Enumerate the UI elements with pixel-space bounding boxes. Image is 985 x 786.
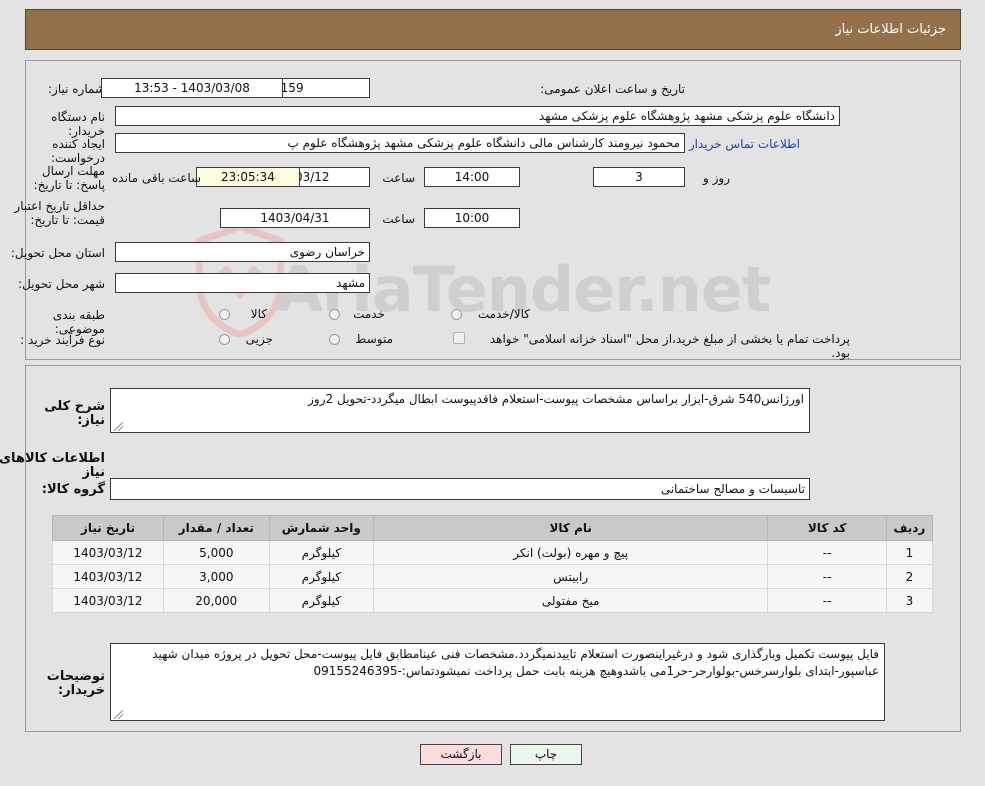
label-delivery-province: استان محل تحویل: (10, 246, 105, 260)
field-announce-datetime: 1403/03/08 - 13:53 (101, 78, 283, 98)
field-reply-time: 14:00 (424, 167, 520, 187)
label-buyer-org: نام دستگاه خریدار: (51, 110, 105, 138)
table-row: 2 -- رابیتس کیلوگرم 3,000 1403/03/12 (52, 564, 934, 589)
cell-quantity: 20,000 (162, 588, 270, 613)
resize-grip-icon[interactable] (114, 422, 123, 431)
table-row: 3 -- میخ مفتولی کیلوگرم 20,000 1403/03/1… (52, 588, 934, 613)
page-title: جزئیات اطلاعات نیاز (835, 22, 946, 37)
print-button[interactable]: چاپ (510, 744, 582, 765)
checkbox-treasury-documents[interactable] (453, 332, 465, 344)
col-product-name: نام کالا (372, 515, 769, 541)
label-category: طبقه بندی موضوعی: (52, 308, 105, 336)
table-header-row: ردیف کد کالا نام کالا واحد شمارش تعداد /… (52, 515, 934, 541)
cell-product-name: پیچ و مهره (بولت) انکر (372, 540, 769, 565)
cell-product-name: رابیتس (372, 564, 769, 589)
field-remaining-days: 3 (593, 167, 685, 187)
label-buyer-notes: توضیحات خریدار: (46, 669, 105, 698)
radio-category-goods-service[interactable] (451, 309, 462, 320)
radio-category-service[interactable] (329, 309, 340, 320)
label-product-group: گروه کالا: (41, 482, 105, 497)
label-process-medium: متوسط (355, 332, 393, 346)
cell-product-code: -- (767, 588, 887, 613)
field-price-validity-time: 10:00 (424, 208, 520, 228)
field-product-group: تاسیسات و مصالح ساختمانی (110, 478, 810, 500)
col-unit: واحد شمارش (268, 515, 374, 541)
cell-need-date: 1403/03/12 (52, 564, 164, 589)
field-requester: محمود نیرومند کارشناس مالی دانشگاه علوم … (115, 133, 685, 153)
buyer-contact-link[interactable]: اطلاعات تماس خریدار (689, 137, 800, 151)
goods-table: ردیف کد کالا نام کالا واحد شمارش تعداد /… (52, 515, 934, 613)
cell-row-number: 1 (885, 540, 934, 565)
label-need-number: شماره نیاز: (48, 82, 105, 96)
cell-unit: کیلوگرم (268, 564, 374, 589)
page-header: جزئیات اطلاعات نیاز (25, 9, 961, 50)
field-countdown-timer: 23:05:34 (196, 167, 300, 187)
cell-need-date: 1403/03/12 (52, 540, 164, 565)
need-description-text: اورژانس540 شرق-ابزار براساس مشخصات پیوست… (308, 392, 804, 406)
back-button[interactable]: بازگشت (420, 744, 502, 765)
table-row: 1 -- پیچ و مهره (بولت) انکر کیلوگرم 5,00… (52, 540, 934, 565)
col-quantity: تعداد / مقدار (162, 515, 270, 541)
field-need-description[interactable]: اورژانس540 شرق-ابزار براساس مشخصات پیوست… (110, 388, 810, 433)
label-category-service: خدمت (353, 307, 385, 321)
label-delivery-city: شهر محل تحویل: (18, 277, 105, 291)
cell-unit: کیلوگرم (268, 540, 374, 565)
label-reply-hour: ساعت (382, 171, 415, 185)
resize-grip-icon[interactable] (114, 710, 123, 719)
buyer-notes-text: فایل پیوست تکمیل وبارگذاری شود و درغیرای… (152, 647, 879, 678)
label-requester: ایجاد کننده درخواست: (51, 137, 105, 165)
col-product-code: کد کالا (767, 515, 887, 541)
field-buyer-org: دانشگاه علوم پزشکی مشهد پژوهشگاه علوم پز… (115, 106, 840, 126)
cell-product-code: -- (767, 564, 887, 589)
cell-row-number: 3 (885, 588, 934, 613)
label-time-remaining: ساعت باقی مانده (112, 171, 202, 185)
cell-product-code: -- (767, 540, 887, 565)
radio-category-goods[interactable] (219, 309, 230, 320)
field-delivery-province: خراسان رضوی (115, 242, 370, 262)
field-price-validity-date: 1403/04/31 (220, 208, 370, 228)
cell-quantity: 5,000 (162, 540, 270, 565)
cell-quantity: 3,000 (162, 564, 270, 589)
cell-unit: کیلوگرم (268, 588, 374, 613)
col-row-number: ردیف (885, 515, 934, 541)
label-process-type: نوع فرآیند خرید : (20, 333, 105, 347)
label-need-description: شرح کلی نیاز: (44, 399, 105, 428)
cell-row-number: 2 (885, 564, 934, 589)
label-category-goods: کالا (250, 307, 267, 321)
field-delivery-city: مشهد (115, 273, 370, 293)
label-process-minor: جزیی (245, 332, 273, 346)
col-need-date: تاریخ نیاز (52, 515, 164, 541)
field-buyer-notes[interactable]: فایل پیوست تکمیل وبارگذاری شود و درغیرای… (110, 643, 885, 721)
goods-section-heading: اطلاعات کالاهای مورد نیاز (0, 451, 105, 480)
radio-process-minor[interactable] (219, 334, 230, 345)
label-reply-deadline: مهلت ارسال پاسخ: تا تاریخ: (33, 164, 105, 192)
label-days-and: روز و (703, 171, 730, 185)
label-announce-datetime: تاریخ و ساعت اعلان عمومی: (540, 82, 685, 96)
label-price-hour: ساعت (382, 212, 415, 226)
radio-process-medium[interactable] (329, 334, 340, 345)
label-category-goods-service: کالا/خدمت (477, 307, 530, 321)
label-treasury-note: پرداخت تمام یا بخشی از مبلغ خرید،از محل … (489, 332, 850, 360)
cell-product-name: میخ مفتولی (372, 588, 769, 613)
label-price-validity: حداقل تاریخ اعتبار قیمت: تا تاریخ: (14, 199, 105, 227)
cell-need-date: 1403/03/12 (52, 588, 164, 613)
